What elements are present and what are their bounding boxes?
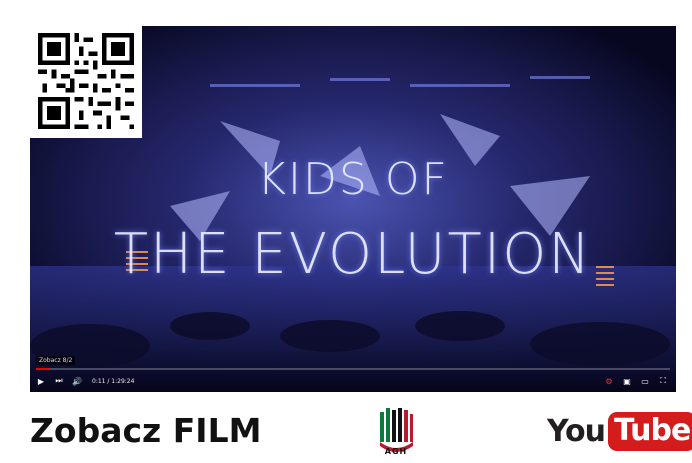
next-icon[interactable]: ⏭ [52,374,66,388]
settings-icon[interactable]: ⚙ [602,374,616,388]
headline: Zobacz FILM [30,411,262,450]
channel-label: Zobacz 8/2 [36,356,76,365]
youtube-logo[interactable]: You Tube [547,409,692,453]
fullscreen-icon[interactable]: ⛶ [656,374,670,388]
player-controls: ▶ ⏭ 🔊 0:11 / 1:29:24 ⚙ ▣ ▭ ⛶ [30,373,676,389]
video-title-line-2: THE EVOLUTION [113,222,593,287]
time-display: 0:11 / 1:29:24 [92,377,135,385]
progress-fill [36,368,49,370]
video-player[interactable]: KIDS OF THE EVOLUTION Zobacz 8/2 ▶ ⏭ 🔊 0… [30,26,676,392]
miniplayer-icon[interactable]: ▣ [620,374,634,388]
qr-code [30,26,142,138]
qr-code-icon [38,33,134,129]
video-title-line-1: KIDS OF [257,154,449,205]
youtube-logo-you: You [547,413,606,449]
play-icon[interactable]: ▶ [34,374,48,388]
progress-bar[interactable] [36,368,670,370]
youtube-logo-tube: Tube [607,411,692,451]
agh-label: AGH [384,447,408,456]
volume-icon[interactable]: 🔊 [70,374,84,388]
theater-icon[interactable]: ▭ [638,374,652,388]
